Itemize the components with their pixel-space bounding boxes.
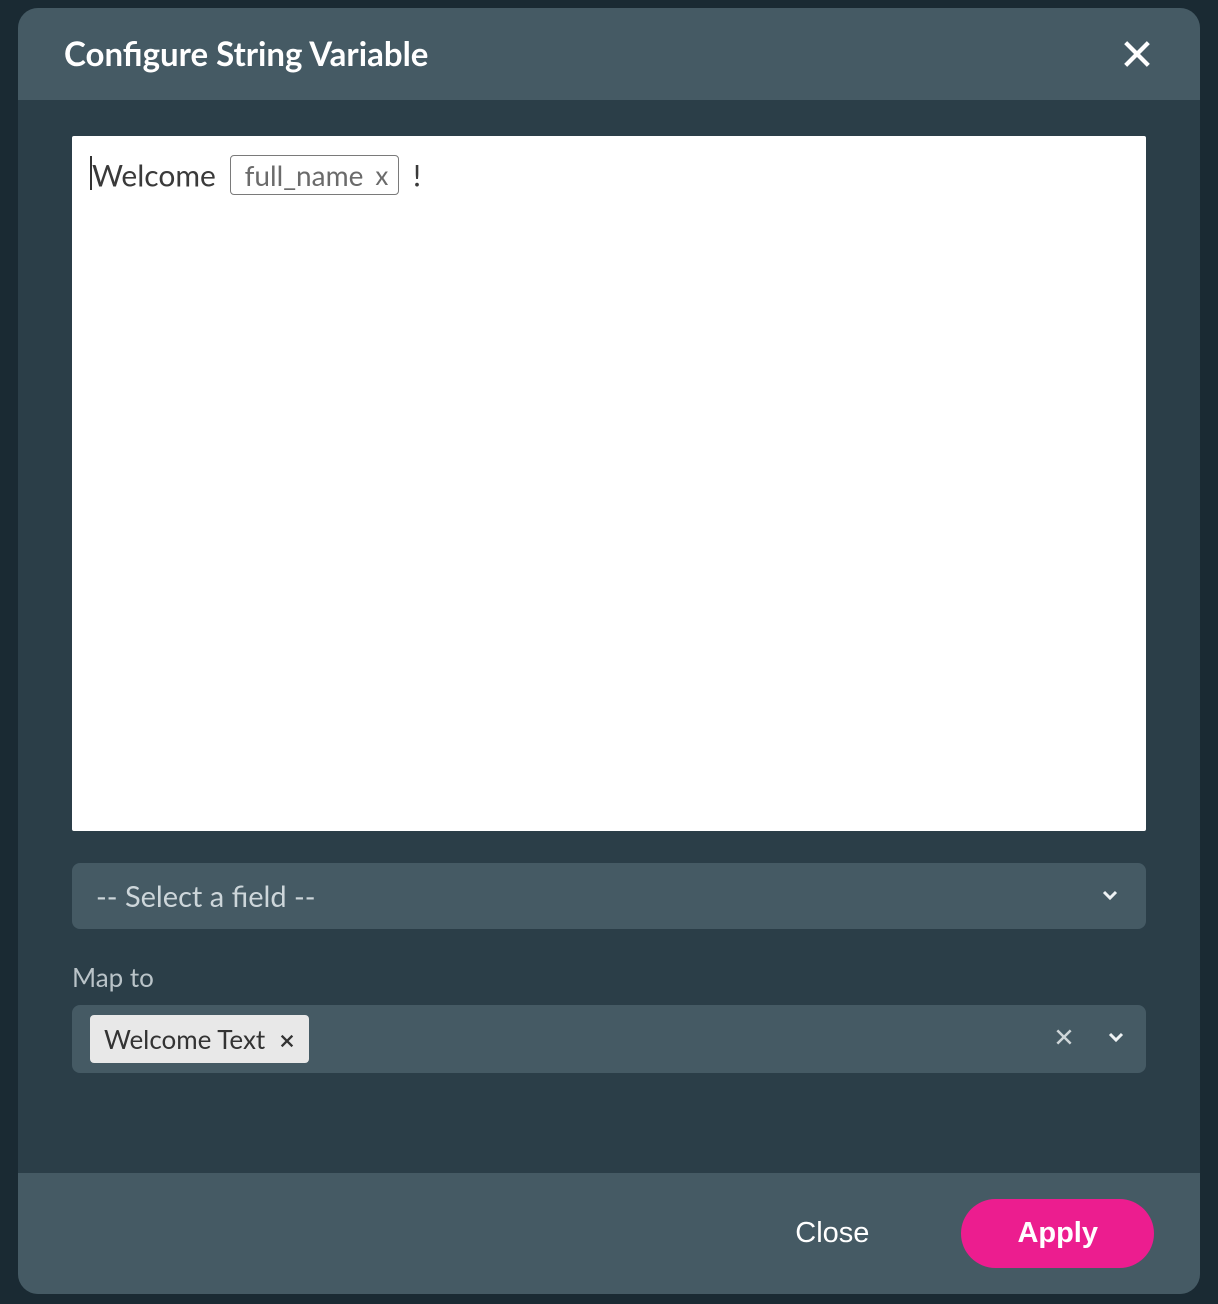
template-text-after: ! bbox=[405, 157, 421, 193]
template-text-before: Welcome bbox=[92, 157, 224, 193]
apply-button[interactable]: Apply bbox=[961, 1199, 1154, 1268]
map-to-controls bbox=[1054, 1025, 1128, 1053]
variable-chip[interactable]: full_name x bbox=[230, 155, 400, 195]
modal-header: Configure String Variable bbox=[18, 8, 1200, 100]
map-to-tag-label: Welcome Text bbox=[104, 1023, 265, 1055]
map-to-tag: Welcome Text bbox=[90, 1015, 309, 1063]
chevron-down-icon bbox=[1098, 879, 1122, 914]
map-to-section: Map to Welcome Text bbox=[72, 961, 1146, 1073]
field-select[interactable]: -- Select a field -- bbox=[72, 863, 1146, 929]
map-to-label: Map to bbox=[72, 961, 1146, 993]
close-button[interactable]: Close bbox=[795, 1217, 869, 1250]
modal-body: Welcome full_name x ! -- Select a field … bbox=[18, 100, 1200, 1173]
close-icon[interactable] bbox=[1120, 37, 1154, 71]
map-to-field[interactable]: Welcome Text bbox=[72, 1005, 1146, 1073]
modal-footer: Close Apply bbox=[18, 1173, 1200, 1294]
variable-chip-remove-icon[interactable]: x bbox=[375, 159, 388, 191]
text-cursor bbox=[90, 156, 92, 190]
map-to-tags: Welcome Text bbox=[90, 1015, 309, 1063]
configure-string-variable-modal: Configure String Variable Welcome full_n… bbox=[18, 8, 1200, 1294]
modal-title: Configure String Variable bbox=[64, 34, 428, 74]
clear-icon[interactable] bbox=[1054, 1027, 1074, 1051]
chevron-down-icon[interactable] bbox=[1104, 1025, 1128, 1053]
tag-remove-icon[interactable] bbox=[279, 1023, 295, 1055]
variable-chip-label: full_name bbox=[245, 158, 364, 192]
field-select-placeholder: -- Select a field -- bbox=[96, 879, 316, 914]
template-editor[interactable]: Welcome full_name x ! bbox=[72, 136, 1146, 831]
